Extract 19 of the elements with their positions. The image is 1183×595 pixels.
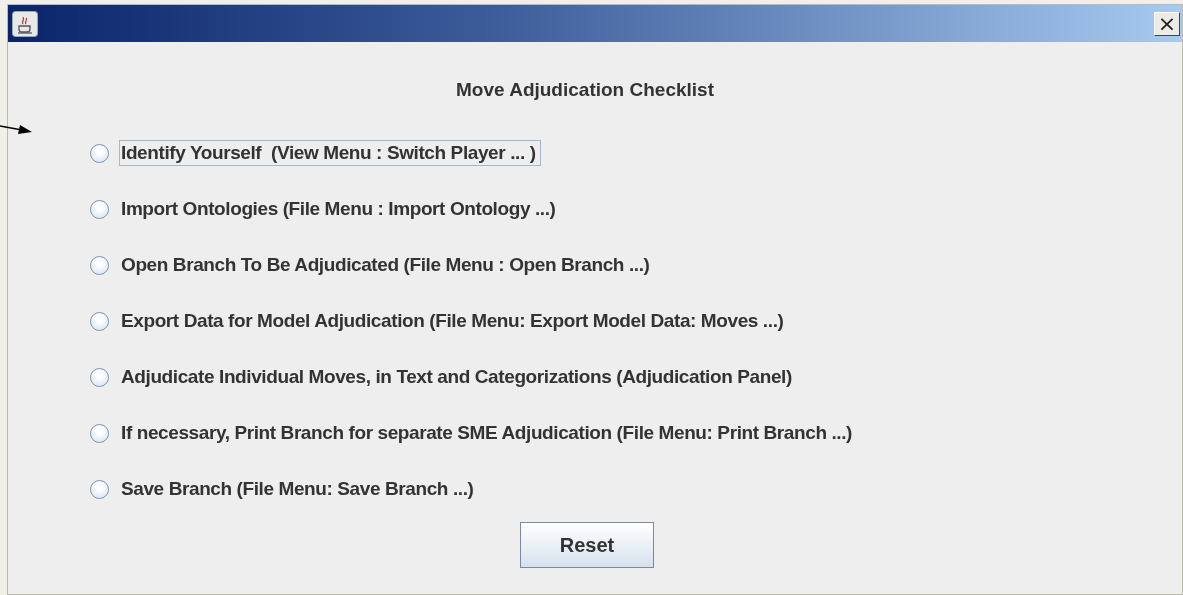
radio-button[interactable] [90, 143, 109, 163]
checklist-item[interactable]: Export Data for Model Adjudication (File Menu: Export Model Data: Moves ...) [119, 308, 789, 334]
arrow-icon [0, 122, 34, 136]
checklist-item[interactable]: Open Branch To Be Adjudicated (File Menu : Open Branch ...) [119, 252, 655, 278]
radio-button[interactable] [90, 311, 109, 331]
checklist-title: Move Adjudication Checklist [455, 79, 715, 101]
checklist-item[interactable]: Adjudicate Individual Moves, in Text and Categorizations (Adjudication Panel) [119, 364, 797, 390]
checklist-item[interactable]: Import Ontologies (File Menu : Import Ontology ...) [119, 196, 561, 222]
radio-button[interactable] [90, 367, 109, 387]
checklist-item[interactable]: Save Branch (File Menu: Save Branch ...) [119, 476, 479, 502]
checklist-item[interactable]: If necessary, Print Branch for separate SME Adjudication (File Menu: Print Branch ...) [119, 420, 858, 446]
radio-button[interactable] [90, 255, 109, 275]
coffee-cup-icon [12, 10, 38, 37]
radio-button[interactable] [90, 199, 109, 219]
close-button[interactable]: × [1154, 11, 1180, 36]
reset-button[interactable]: Reset [520, 522, 654, 568]
radio-button[interactable] [90, 479, 109, 499]
radio-button[interactable] [90, 423, 109, 443]
checklist-item[interactable]: Identify Yourself (View Menu : Switch Player ... ) [119, 140, 541, 166]
